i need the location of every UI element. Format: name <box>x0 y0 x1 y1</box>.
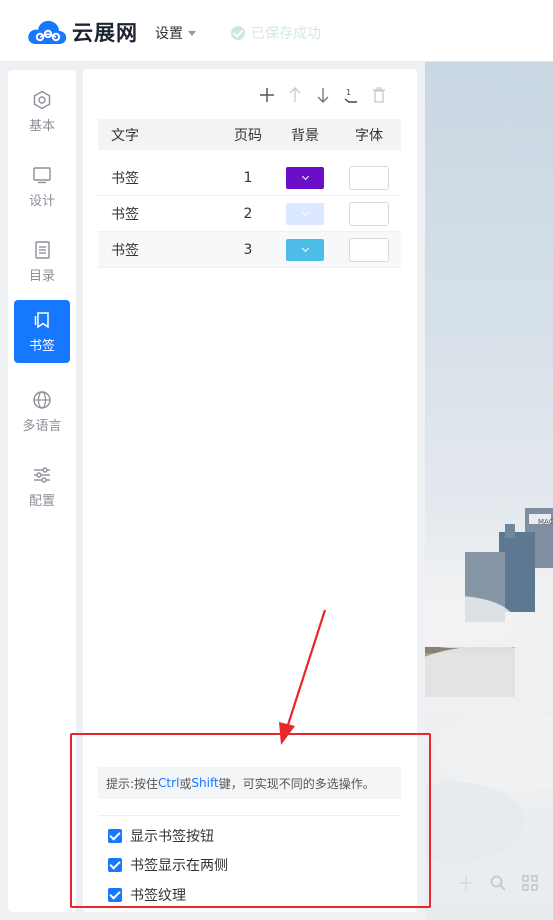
sidebar-item-languages[interactable]: 多语言 <box>14 380 70 443</box>
bookmark-text[interactable]: 书签 <box>98 204 223 224</box>
header-page: 页码 <box>234 127 262 144</box>
divider <box>98 815 401 816</box>
move-up-button[interactable] <box>281 85 309 105</box>
move-down-button[interactable] <box>309 85 337 105</box>
building-sign: MAC <box>538 518 553 526</box>
caret-down-icon <box>188 30 196 36</box>
plus-icon[interactable] <box>457 874 475 896</box>
header-font: 字体 <box>355 127 383 144</box>
bookmark-panel: 1 文字 页码 背景 字体 书签 1 书签 2 书签 3 提示:按住 Ctrl … <box>83 69 417 912</box>
hint-key-ctrl: Ctrl <box>158 776 180 790</box>
chevron-down-icon <box>301 208 309 216</box>
bookmark-text[interactable]: 书签 <box>98 240 223 260</box>
multi-select-hint: 提示:按住 Ctrl 或 Shift 键，可实现不同的多选操作。 <box>98 767 401 799</box>
document-list-icon <box>31 239 53 261</box>
bookmark-table: 文字 页码 背景 字体 书签 1 书签 2 书签 3 <box>98 119 401 268</box>
sidebar-item-basic[interactable]: 基本 <box>14 80 70 143</box>
checkbox-checked-icon <box>108 858 122 872</box>
hint-mid: 或 <box>179 776 192 791</box>
checkbox-checked-icon <box>108 829 122 843</box>
zoom-icon[interactable] <box>489 874 507 896</box>
table-row[interactable]: 书签 1 <box>98 160 401 196</box>
bookmarks-both-sides-checkbox[interactable]: 书签显示在两侧 <box>108 855 228 875</box>
sliders-icon <box>31 464 53 486</box>
brand-logo[interactable]: 云展网 <box>26 17 138 47</box>
city-skyline-image: MAC <box>425 508 553 862</box>
sidebar-item-label: 目录 <box>28 269 55 284</box>
sort-button[interactable]: 1 <box>337 85 365 105</box>
bookmark-page[interactable]: 3 <box>223 242 273 258</box>
move-up-icon <box>289 87 301 102</box>
option-label: 书签显示在两侧 <box>130 858 228 874</box>
sidebar-item-label: 基本 <box>28 119 55 134</box>
svg-text:1: 1 <box>346 88 351 97</box>
save-status-text: 已保存成功 <box>251 26 321 42</box>
header-bg: 背景 <box>291 127 319 144</box>
chevron-down-icon <box>301 244 309 252</box>
settings-dropdown[interactable]: 设置 <box>155 23 196 43</box>
hint-prefix: 提示:按住 <box>106 776 159 791</box>
option-label: 显示书签按钮 <box>130 829 214 845</box>
move-down-icon <box>317 88 329 103</box>
font-color-picker[interactable] <box>349 237 389 262</box>
bg-color-picker[interactable] <box>286 166 324 189</box>
bookmark-toolbar: 1 <box>253 85 393 105</box>
add-icon <box>260 88 274 102</box>
sidebar-item-label: 配置 <box>28 494 55 509</box>
top-header: 云展网 设置 已保存成功 <box>0 0 553 62</box>
table-header: 文字 页码 背景 字体 <box>98 119 401 150</box>
sidebar-nav: 基本 设计 目录 书签 多语言 配置 <box>8 70 76 912</box>
hint-key-shift: Shift <box>191 776 219 790</box>
check-circle-icon <box>231 26 245 40</box>
hint-suffix: 键，可实现不同的多选操作。 <box>218 776 375 791</box>
table-row[interactable]: 书签 3 <box>98 232 401 268</box>
sidebar-item-bookmarks[interactable]: 书签 <box>14 300 70 363</box>
book-preview: MAC <box>425 62 553 920</box>
preview-tools <box>457 874 539 896</box>
bg-color-picker[interactable] <box>286 202 324 225</box>
table-row[interactable]: 书签 2 <box>98 196 401 232</box>
font-color-picker[interactable] <box>349 165 389 190</box>
grid-icon[interactable] <box>521 874 539 896</box>
settings-label: 设置 <box>155 26 183 42</box>
bookmark-texture-checkbox[interactable]: 书签纹理 <box>108 885 186 905</box>
add-button[interactable] <box>253 85 281 105</box>
save-status: 已保存成功 <box>231 23 321 43</box>
font-color-picker[interactable] <box>349 201 389 226</box>
globe-icon <box>31 389 53 411</box>
sidebar-item-label: 书签 <box>28 339 55 354</box>
show-bookmark-button-checkbox[interactable]: 显示书签按钮 <box>108 826 214 846</box>
bookmark-icon <box>31 309 53 331</box>
checkbox-checked-icon <box>108 888 122 902</box>
chevron-down-icon <box>301 172 309 180</box>
delete-button[interactable] <box>365 85 393 105</box>
sidebar-item-toc[interactable]: 目录 <box>14 230 70 293</box>
sidebar-item-label: 设计 <box>28 194 55 209</box>
bookmark-text[interactable]: 书签 <box>98 168 223 188</box>
sort-icon: 1 <box>344 88 357 103</box>
brand-name: 云展网 <box>72 21 138 45</box>
monitor-icon <box>31 164 53 186</box>
bg-color-picker[interactable] <box>286 238 324 261</box>
hexagon-settings-icon <box>31 89 53 111</box>
sidebar-item-label: 多语言 <box>22 419 62 434</box>
bookmark-page[interactable]: 2 <box>223 206 273 222</box>
header-text: 文字 <box>111 127 139 144</box>
bookmark-page[interactable]: 1 <box>223 170 273 186</box>
delete-icon <box>373 87 385 103</box>
sidebar-item-config[interactable]: 配置 <box>14 455 70 518</box>
option-label: 书签纹理 <box>130 888 186 904</box>
cloud-logo-icon <box>28 20 67 44</box>
sidebar-item-design[interactable]: 设计 <box>14 155 70 218</box>
